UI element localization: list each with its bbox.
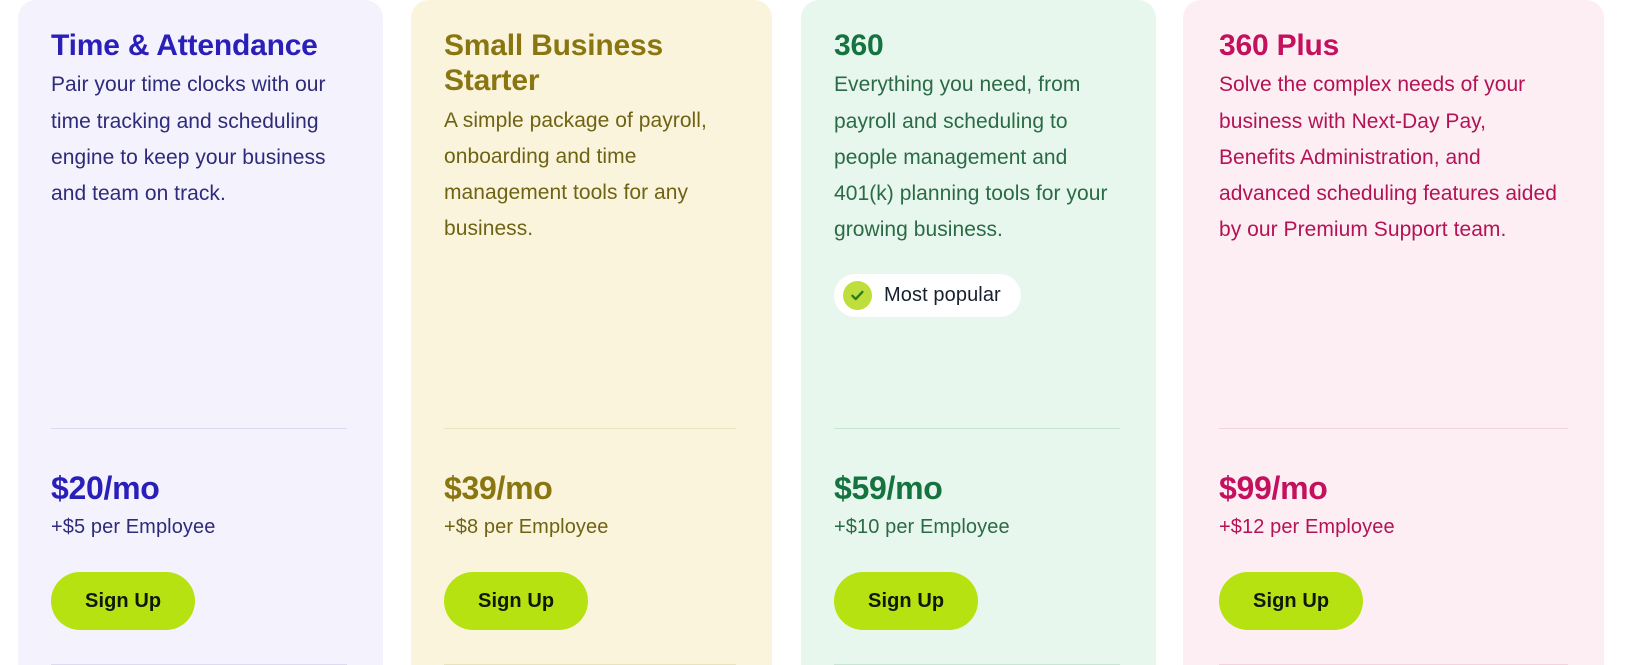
pricing-card-small-business-starter[interactable]: Small Business Starter A simple package …	[411, 0, 772, 665]
plan-price-block: $20/mo +$5 per Employee Sign Up	[51, 429, 347, 665]
plan-title: Small Business Starter	[444, 29, 663, 98]
plan-price-block: $59/mo +$10 per Employee Sign Up	[834, 429, 1120, 665]
pricing-plans-row: Time & Attendance Pair your time clocks …	[0, 0, 1635, 665]
check-icon	[843, 280, 872, 310]
pricing-card-360[interactable]: 360 Everything you need, from payroll an…	[801, 0, 1156, 665]
plan-per-employee: +$8 per Employee	[444, 516, 609, 538]
plan-price: $39/mo	[444, 469, 553, 506]
plan-title: Time & Attendance	[51, 29, 318, 62]
plan-price: $99/mo	[1219, 469, 1328, 506]
plan-description: Pair your time clocks with our time trac…	[51, 73, 326, 205]
pricing-card-time-attendance[interactable]: Time & Attendance Pair your time clocks …	[18, 0, 383, 665]
plan-description: Everything you need, from payroll and sc…	[834, 73, 1108, 241]
plan-per-employee: +$5 per Employee	[51, 516, 216, 538]
most-popular-badge-label: Most popular	[884, 283, 1001, 306]
plan-description: A simple package of payroll, onboarding …	[444, 108, 707, 241]
plan-per-employee: +$12 per Employee	[1219, 516, 1395, 538]
plan-title: 360 Plus	[1219, 29, 1340, 62]
sign-up-button[interactable]: Sign Up	[834, 572, 979, 630]
most-popular-badge: Most popular	[834, 273, 1021, 317]
pricing-card-360-plus[interactable]: 360 Plus Solve the complex needs of your…	[1183, 0, 1604, 665]
plan-per-employee: +$10 per Employee	[834, 516, 1010, 538]
plan-price: $20/mo	[51, 469, 160, 506]
plan-description: Solve the complex needs of your business…	[1219, 73, 1557, 241]
sign-up-button[interactable]: Sign Up	[444, 572, 589, 630]
plan-price-block: $99/mo +$12 per Employee Sign Up	[1219, 429, 1568, 665]
plan-price: $59/mo	[834, 469, 943, 506]
sign-up-button[interactable]: Sign Up	[1219, 572, 1364, 630]
plan-title: 360	[834, 29, 884, 62]
sign-up-button[interactable]: Sign Up	[51, 572, 196, 630]
plan-price-block: $39/mo +$8 per Employee Sign Up	[444, 429, 736, 665]
